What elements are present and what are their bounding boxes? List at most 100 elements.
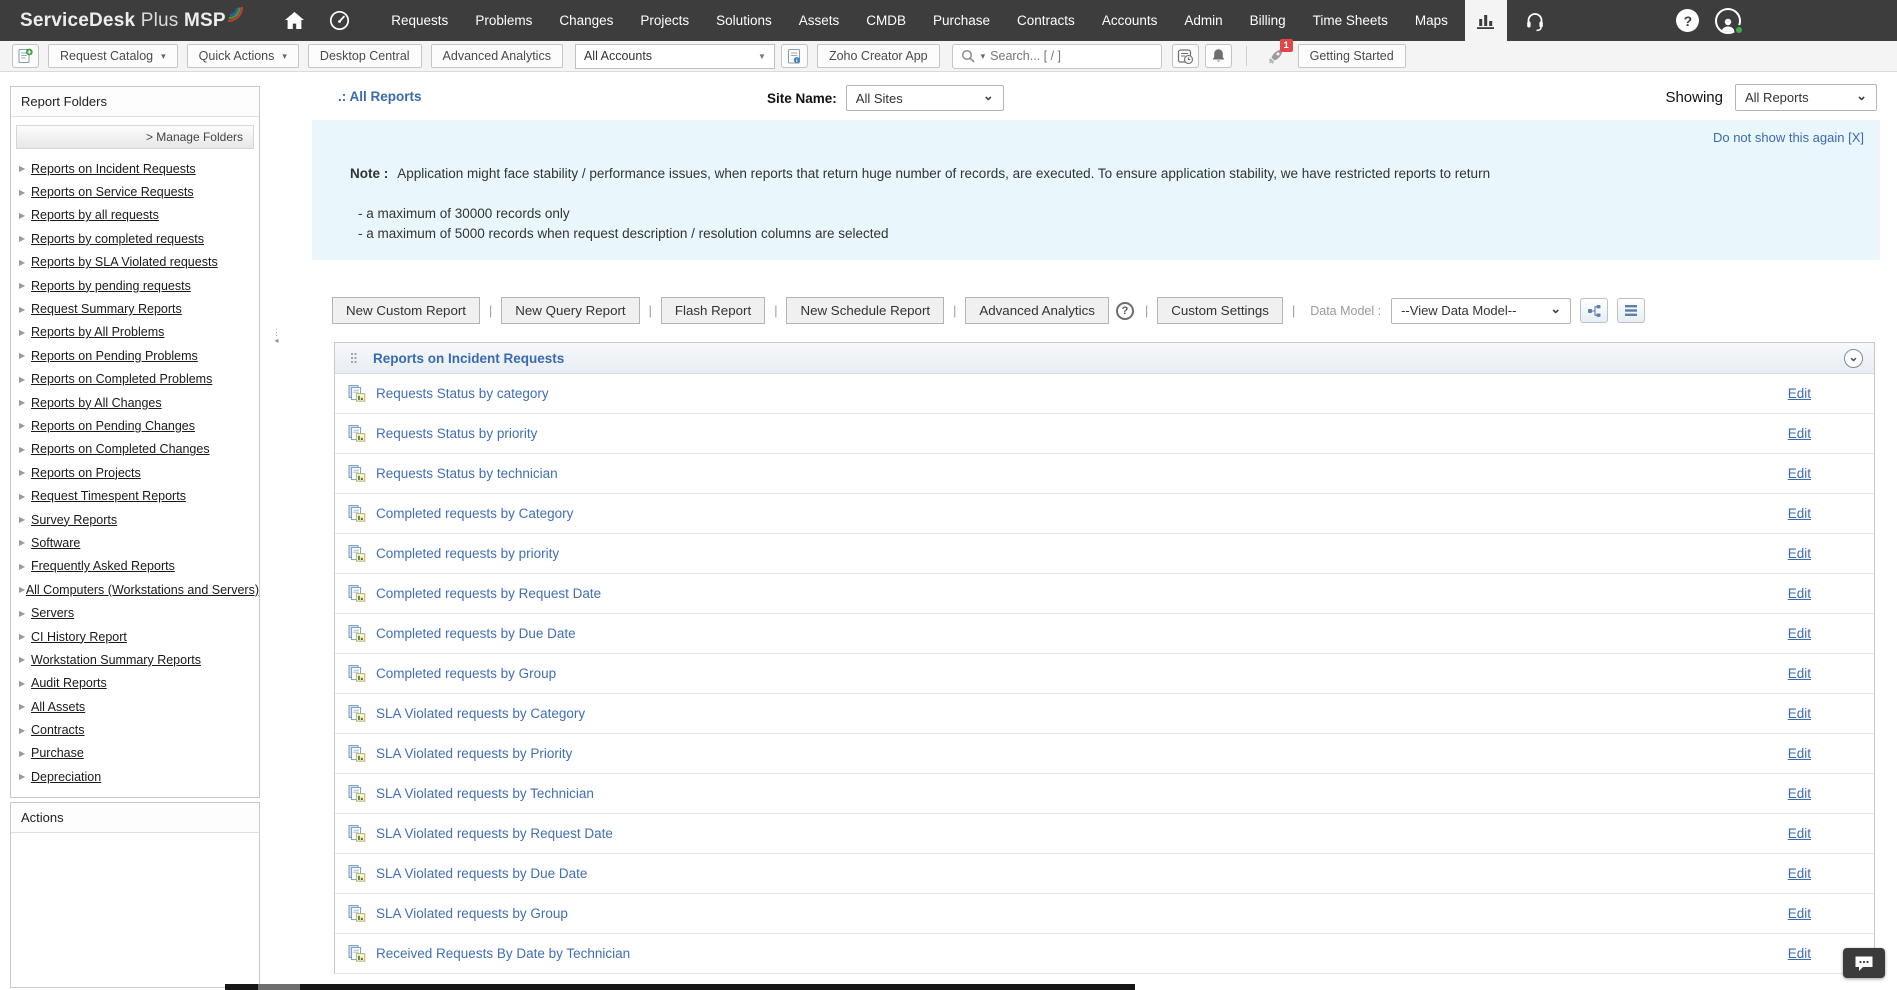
scrollbar-thumb[interactable] (258, 984, 300, 990)
folder-expand-arrow-icon[interactable]: ▶ (19, 281, 31, 290)
folder-expand-arrow-icon[interactable]: ▶ (19, 328, 31, 337)
folder-link[interactable]: Frequently Asked Reports (31, 559, 175, 573)
folder-expand-arrow-icon[interactable]: ▶ (19, 234, 31, 243)
report-link[interactable]: Requests Status by priority (376, 426, 537, 441)
report-link[interactable]: SLA Violated requests by Technician (376, 786, 594, 801)
custom-settings-button[interactable]: Custom Settings (1157, 297, 1283, 324)
manage-folders-link[interactable]: > Manage Folders (16, 125, 254, 149)
folder-link[interactable]: Reports on Incident Requests (31, 162, 196, 176)
folder-link[interactable]: Reports on Service Requests (31, 185, 194, 199)
folder-expand-arrow-icon[interactable]: ▶ (19, 702, 31, 711)
topnav-item[interactable]: Purchase (919, 0, 1003, 41)
folder-expand-arrow-icon[interactable]: ▶ (19, 609, 31, 618)
folder-link[interactable]: CI History Report (31, 630, 127, 644)
topnav-item[interactable]: Assets (785, 0, 853, 41)
zoho-creator-app-button[interactable]: Zoho Creator App (817, 44, 940, 68)
topnav-item[interactable]: Maps (1401, 0, 1461, 41)
folder-expand-arrow-icon[interactable]: ▶ (19, 632, 31, 641)
topnav-item[interactable]: Admin (1171, 0, 1236, 41)
folder-link[interactable]: Reports on Pending Problems (31, 349, 198, 363)
folder-expand-arrow-icon[interactable]: ▶ (19, 772, 31, 781)
report-link[interactable]: Requests Status by technician (376, 466, 558, 481)
folder-link[interactable]: Survey Reports (31, 513, 117, 527)
report-link[interactable]: Completed requests by Category (376, 506, 573, 521)
folder-link[interactable]: Contracts (31, 723, 85, 737)
topnav-item[interactable]: Problems (462, 0, 546, 41)
folder-link[interactable]: Workstation Summary Reports (31, 653, 201, 667)
folder-link[interactable]: All Assets (31, 700, 85, 714)
folder-expand-arrow-icon[interactable]: ▶ (19, 749, 31, 758)
report-edit-link[interactable]: Edit (1788, 386, 1811, 401)
folder-expand-arrow-icon[interactable]: ▶ (19, 538, 31, 547)
folder-link[interactable]: Reports by SLA Violated requests (31, 255, 218, 269)
headset-icon[interactable] (1516, 0, 1554, 41)
report-edit-link[interactable]: Edit (1788, 626, 1811, 641)
tab-reports-active[interactable] (1465, 0, 1507, 41)
report-link[interactable]: Received Requests By Date by Technician (376, 946, 630, 961)
folder-link[interactable]: Reports by All Problems (31, 325, 164, 339)
folder-link[interactable]: Reports on Pending Changes (31, 419, 195, 433)
report-link[interactable]: Requests Status by category (376, 386, 549, 401)
folder-link[interactable]: Reports on Completed Changes (31, 442, 210, 456)
flash-report-button[interactable]: Flash Report (661, 297, 765, 324)
topnav-item[interactable]: Time Sheets (1299, 0, 1401, 41)
report-link[interactable]: SLA Violated requests by Priority (376, 746, 572, 761)
report-link[interactable]: Completed requests by Group (376, 666, 556, 681)
site-name-select[interactable]: All Sites ⌄ (846, 85, 1004, 111)
dismiss-note-link[interactable]: Do not show this again [X] (1713, 130, 1864, 145)
topnav-item[interactable]: CMDB (853, 0, 920, 41)
report-link[interactable]: SLA Violated requests by Category (376, 706, 585, 721)
report-edit-link[interactable]: Edit (1788, 666, 1811, 681)
folder-expand-arrow-icon[interactable]: ▶ (19, 375, 31, 384)
folder-expand-arrow-icon[interactable]: ▶ (19, 305, 31, 314)
folder-link[interactable]: Reports by all requests (31, 208, 159, 222)
new-schedule-report-button[interactable]: New Schedule Report (786, 297, 944, 324)
data-model-tree-icon[interactable] (1580, 298, 1608, 323)
report-edit-link[interactable]: Edit (1788, 866, 1811, 881)
getting-started-button[interactable]: Getting Started (1298, 44, 1406, 68)
report-edit-link[interactable]: Edit (1788, 586, 1811, 601)
help-icon[interactable]: ? (1676, 9, 1699, 32)
sidebar-collapse-handle[interactable]: ⋮ ◂ (272, 330, 281, 366)
folder-expand-arrow-icon[interactable]: ▶ (19, 562, 31, 571)
folder-expand-arrow-icon[interactable]: ▶ (19, 515, 31, 524)
folder-link[interactable]: Reports on Completed Problems (31, 372, 212, 386)
folder-link[interactable]: Servers (31, 606, 74, 620)
search-icon[interactable] (961, 49, 976, 64)
folder-expand-arrow-icon[interactable]: ▶ (19, 655, 31, 664)
topnav-item[interactable]: Accounts (1088, 0, 1171, 41)
folder-link[interactable]: Reports by pending requests (31, 279, 191, 293)
report-link[interactable]: SLA Violated requests by Due Date (376, 866, 587, 881)
folder-link[interactable]: All Computers (Workstations and Servers) (26, 583, 259, 597)
folder-link[interactable]: Purchase (31, 746, 84, 760)
report-edit-link[interactable]: Edit (1788, 506, 1811, 521)
topnav-item[interactable]: Changes (546, 0, 627, 41)
report-edit-link[interactable]: Edit (1788, 706, 1811, 721)
folder-expand-arrow-icon[interactable]: ▶ (19, 468, 31, 477)
data-model-select[interactable]: --View Data Model-- ⌄ (1391, 298, 1571, 324)
drag-handle-icon[interactable] (350, 352, 360, 364)
report-link[interactable]: Completed requests by Due Date (376, 626, 576, 641)
collapse-section-icon[interactable]: ⌄ (1844, 349, 1863, 368)
advanced-analytics-action-button[interactable]: Advanced Analytics (965, 297, 1109, 324)
topnav-item[interactable]: Billing (1236, 0, 1299, 41)
topnav-item[interactable]: Contracts (1004, 0, 1089, 41)
folder-expand-arrow-icon[interactable]: ▶ (19, 445, 31, 454)
folder-expand-arrow-icon[interactable]: ▶ (19, 164, 31, 173)
user-avatar[interactable] (1715, 8, 1741, 34)
report-edit-link[interactable]: Edit (1788, 426, 1811, 441)
folder-link[interactable]: Request Summary Reports (31, 302, 182, 316)
folder-link[interactable]: Reports by completed requests (31, 232, 204, 246)
report-edit-link[interactable]: Edit (1788, 946, 1811, 961)
topnav-item[interactable]: Projects (627, 0, 703, 41)
advanced-analytics-button[interactable]: Advanced Analytics (431, 44, 563, 68)
horizontal-scrollbar[interactable] (225, 984, 1135, 990)
live-chat-button[interactable] (1843, 948, 1885, 978)
folder-expand-arrow-icon[interactable]: ▶ (19, 211, 31, 220)
request-catalog-button[interactable]: Request Catalog ▾ (48, 44, 178, 68)
showing-select[interactable]: All Reports ⌄ (1735, 84, 1877, 111)
app-logo[interactable]: ServiceDesk Plus MSP (20, 10, 242, 32)
folder-expand-arrow-icon[interactable]: ▶ (19, 585, 26, 594)
folder-link[interactable]: Audit Reports (31, 676, 107, 690)
account-details-icon[interactable] (781, 44, 808, 68)
